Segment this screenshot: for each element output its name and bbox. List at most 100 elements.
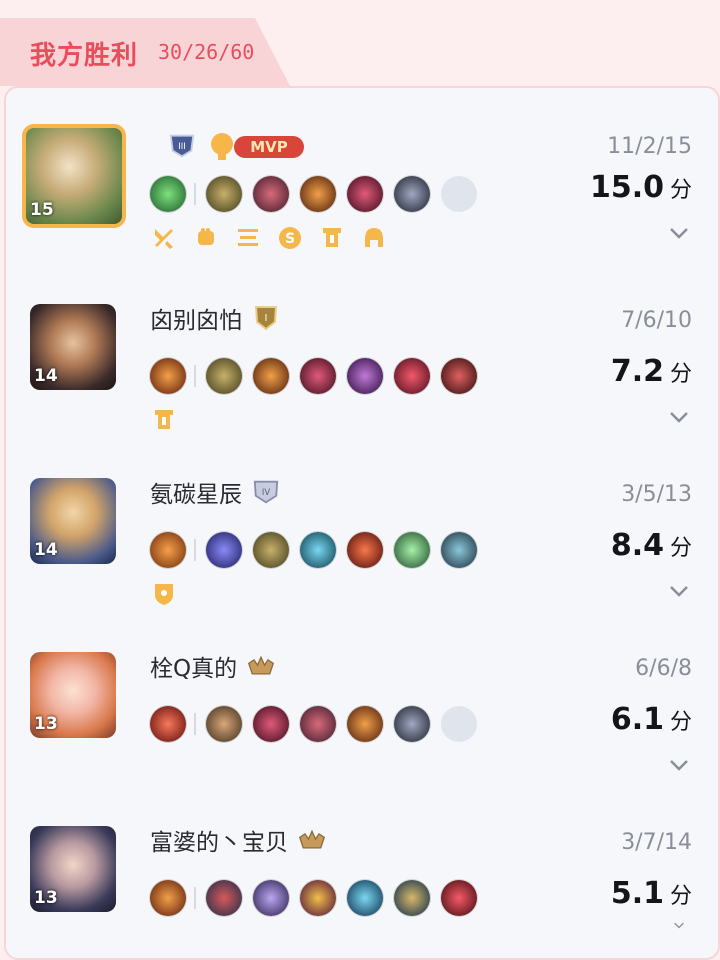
chevron-down-icon[interactable] (668, 222, 690, 244)
item-icon[interactable] (206, 706, 242, 742)
item-icon[interactable] (441, 358, 477, 394)
three-icon (234, 224, 262, 252)
player-score: 7.2 (610, 354, 664, 389)
divider (194, 539, 196, 561)
summoner-spell-icon[interactable] (150, 706, 186, 742)
chevron-down-icon[interactable] (668, 754, 690, 776)
player-row[interactable]: 13 富婆的丶宝贝 3/7/14 5.1 分 (0, 810, 720, 935)
rank-crown-icon (247, 652, 275, 680)
item-icon[interactable] (347, 358, 383, 394)
score-unit: 分 (669, 178, 692, 203)
item-icon[interactable] (441, 532, 477, 568)
item-icon[interactable] (394, 706, 430, 742)
item-icon[interactable] (394, 358, 430, 394)
helmet-icon (360, 224, 388, 252)
kda-text: 6/6/8 (635, 656, 692, 681)
player-row[interactable]: 14 氨碳星辰 IV 3/5/13 8.4 分 (0, 462, 720, 632)
kda-text: 3/5/13 (621, 482, 692, 507)
divider (194, 887, 196, 909)
shield-icon (150, 580, 178, 608)
player-score: 8.4 (610, 528, 664, 563)
player-row[interactable]: 14 囟别囟怕 I 7/6/10 7.2 分 (0, 288, 720, 458)
summoner-spell-icon[interactable] (150, 532, 186, 568)
player-name: 富婆的丶宝贝 (150, 830, 288, 856)
item-icon[interactable] (441, 880, 477, 916)
equipment-list (150, 706, 488, 742)
fist-icon (192, 224, 220, 252)
hero-avatar[interactable]: 13 (30, 652, 116, 738)
empty-item-slot (441, 176, 477, 212)
equipment-list (150, 176, 488, 212)
empty-item-slot (441, 706, 477, 742)
svg-text:S: S (285, 231, 295, 247)
summoner-spell-icon[interactable] (150, 358, 186, 394)
mvp-label: MVP (250, 138, 288, 156)
player-row[interactable]: 13 栓Q真的 6/6/8 6.1 分 (0, 636, 720, 806)
score-unit: 分 (669, 710, 692, 735)
item-icon[interactable] (300, 358, 336, 394)
summoner-spell-icon[interactable] (150, 176, 186, 212)
tower-icon (318, 224, 346, 252)
item-icon[interactable] (253, 358, 289, 394)
item-icon[interactable] (347, 880, 383, 916)
svg-text:I: I (265, 313, 268, 324)
summoner-spell-icon[interactable] (150, 880, 186, 916)
item-icon[interactable] (300, 176, 336, 212)
chevron-down-icon[interactable] (668, 580, 690, 602)
rank-crown-icon (298, 826, 326, 854)
item-icon[interactable] (253, 176, 289, 212)
item-icon[interactable] (206, 176, 242, 212)
item-icon[interactable] (253, 880, 289, 916)
item-icon[interactable] (206, 880, 242, 916)
item-icon[interactable] (347, 176, 383, 212)
player-score: 5.1 (610, 876, 664, 911)
score-unit: 分 (669, 884, 692, 909)
hero-level: 13 (34, 714, 58, 734)
player-name: 氨碳星辰 (150, 482, 242, 508)
kda-text: 11/2/15 (607, 134, 692, 159)
rank-i-icon: I (252, 304, 280, 332)
item-icon[interactable] (253, 532, 289, 568)
svg-text:III: III (178, 141, 185, 151)
hero-avatar[interactable]: 15 (22, 124, 126, 228)
hero-avatar[interactable]: 14 (30, 478, 116, 564)
sword-icon (150, 224, 178, 252)
equipment-list (150, 532, 488, 568)
player-score: 15.0 (589, 170, 664, 205)
chevron-down-icon[interactable] (668, 922, 690, 934)
kda-text: 3/7/14 (621, 830, 692, 855)
hero-level: 14 (34, 366, 58, 386)
item-icon[interactable] (394, 880, 430, 916)
item-icon[interactable] (300, 880, 336, 916)
player-row[interactable]: 15 III MVP S 11/2/15 15.0 分 (0, 116, 720, 286)
item-icon[interactable] (347, 532, 383, 568)
score-unit: 分 (669, 362, 692, 387)
mvp-icon: MVP (206, 130, 306, 162)
player-name: 栓Q真的 (150, 656, 238, 682)
kda-text: 7/6/10 (621, 308, 692, 333)
divider (194, 713, 196, 735)
rank-iv-icon: IV (252, 478, 280, 506)
hero-avatar[interactable]: 14 (30, 304, 116, 390)
divider (194, 183, 196, 205)
hero-level: 14 (34, 540, 58, 560)
chevron-down-icon[interactable] (668, 406, 690, 428)
divider (194, 365, 196, 387)
tower-icon (150, 406, 178, 434)
hero-avatar[interactable]: 13 (30, 826, 116, 912)
achievement-badges: S (150, 224, 388, 252)
item-icon[interactable] (300, 706, 336, 742)
hero-level: 13 (34, 888, 58, 908)
item-icon[interactable] (394, 176, 430, 212)
equipment-list (150, 880, 488, 916)
item-icon[interactable] (253, 706, 289, 742)
score-unit: 分 (669, 536, 692, 561)
item-icon[interactable] (206, 358, 242, 394)
item-icon[interactable] (206, 532, 242, 568)
player-name: 囟别囟怕 (150, 308, 242, 334)
item-icon[interactable] (347, 706, 383, 742)
rank-iii-icon: III (168, 132, 196, 160)
achievement-badges (150, 580, 178, 608)
item-icon[interactable] (300, 532, 336, 568)
item-icon[interactable] (394, 532, 430, 568)
